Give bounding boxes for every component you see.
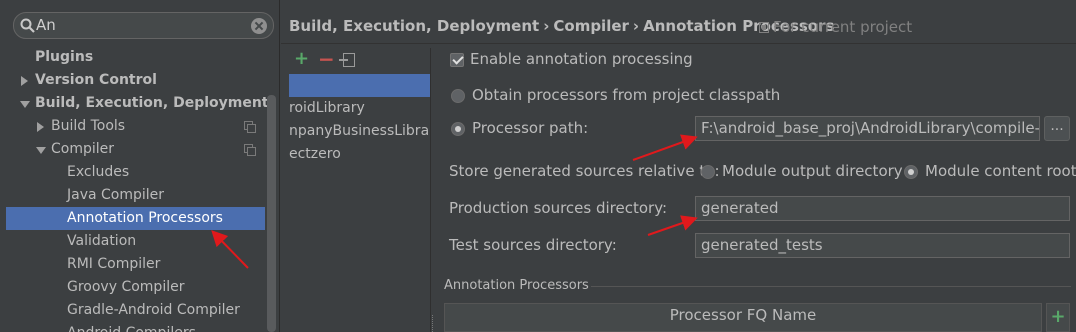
profile-item-label: ectzero — [289, 146, 341, 162]
tree-item-version-control[interactable]: Version Control — [0, 69, 265, 92]
enable-annotation-processing-checkbox[interactable] — [450, 53, 464, 67]
store-generated-sources-label: Store generated sources relative to: — [449, 162, 720, 180]
profiles-toolbar: + − — [289, 48, 430, 72]
tree-item-label: Excludes — [67, 164, 130, 180]
test-sources-label: Test sources directory: — [449, 236, 617, 254]
add-profile-button[interactable]: + — [294, 48, 309, 69]
splitter-handle[interactable] — [432, 315, 442, 332]
tree-item-validation[interactable]: Validation — [0, 230, 265, 253]
production-sources-label: Production sources directory: — [449, 199, 668, 217]
tree-item-excludes[interactable]: Excludes — [0, 161, 265, 184]
chevron-down-icon[interactable] — [20, 101, 30, 108]
copy-settings-icon — [244, 144, 256, 156]
tree-item-label: Groovy Compiler — [67, 279, 185, 295]
settings-content: Build, Execution, Deployment › Compiler › An… — [281, 0, 1076, 332]
processor-path-label[interactable]: Processor path: — [472, 119, 588, 137]
profile-item-label: npanyBusinessLibrary — [289, 123, 431, 139]
tree-item-plugins[interactable]: Plugins — [0, 46, 265, 69]
tree-item-label: Validation — [67, 233, 137, 249]
chevron-right-icon[interactable] — [37, 122, 44, 132]
tree-item-gradle-android-compiler[interactable]: Gradle-Android Compiler — [0, 299, 265, 322]
processor-fq-name-column-header[interactable]: Processor FQ Name — [445, 304, 1041, 328]
tree-item-compiler[interactable]: Compiler — [0, 138, 265, 161]
search-input-value[interactable]: An — [36, 16, 56, 34]
tree-item-label: Compiler — [51, 141, 115, 157]
tree-item-android-compilers[interactable]: Android Compilers — [0, 322, 265, 332]
tree-item-java-compiler[interactable]: Java Compiler — [0, 184, 265, 207]
scope-label: For current project — [773, 18, 913, 36]
annotation-processors-table[interactable]: Processor FQ Name — [444, 303, 1042, 332]
test-sources-input[interactable]: generated_tests — [695, 233, 1070, 258]
tree-item-label: Java Compiler — [67, 187, 165, 203]
search-icon — [20, 18, 35, 33]
module-content-root-label[interactable]: Module content root — [925, 162, 1076, 180]
tree-item-label: Build, Execution, Deployment — [35, 95, 269, 111]
breadcrumb: Build, Execution, Deployment › Compiler › An… — [289, 17, 834, 35]
settings-sidebar: An Plugins Version Control Build, Execut… — [0, 0, 280, 332]
browse-processor-path-button[interactable]: ... — [1044, 116, 1070, 141]
breadcrumb-separator: › — [543, 17, 550, 35]
tree-item-label: Annotation Processors — [67, 210, 223, 226]
profile-item-default[interactable] — [289, 74, 430, 97]
tree-item-label: Android Compilers — [67, 322, 196, 332]
tree-item-label: RMI Compiler — [67, 256, 161, 272]
chevron-right-icon[interactable] — [21, 76, 28, 86]
project-scope-icon — [759, 22, 769, 33]
breadcrumb-item: Compiler — [553, 17, 629, 35]
settings-search-field[interactable]: An — [13, 12, 274, 39]
profile-item-label: roidLibrary — [289, 100, 365, 116]
tree-item-label: Version Control — [35, 72, 157, 88]
clear-icon[interactable] — [251, 18, 267, 34]
tree-item-label: Build Tools — [51, 118, 126, 134]
processor-path-input[interactable]: F:\android_base_proj\AndroidLibrary\comp… — [695, 116, 1040, 141]
processor-path-radio[interactable] — [451, 122, 465, 136]
module-content-root-radio[interactable] — [904, 165, 918, 179]
module-output-directory-label[interactable]: Module output directory — [722, 162, 903, 180]
profile-item[interactable]: ectzero — [289, 143, 430, 166]
tree-item-label: Plugins — [35, 49, 94, 65]
add-processor-button[interactable]: + — [1046, 303, 1070, 332]
tree-item-rmi-compiler[interactable]: RMI Compiler — [0, 253, 265, 276]
header-divider — [281, 43, 1076, 44]
scope-note: For current project — [759, 18, 912, 36]
obtain-from-classpath-label[interactable]: Obtain processors from project classpath — [472, 86, 780, 104]
tree-item-groovy-compiler[interactable]: Groovy Compiler — [0, 276, 265, 299]
remove-profile-button[interactable]: − — [318, 48, 335, 71]
obtain-from-classpath-radio[interactable] — [451, 89, 465, 103]
breadcrumb-item: Build, Execution, Deployment — [289, 17, 540, 35]
copy-settings-icon — [244, 121, 256, 133]
annotation-processors-section-title: Annotation Processors — [444, 278, 589, 293]
tree-item-build-execution-deployment[interactable]: Build, Execution, Deployment — [0, 92, 269, 115]
module-output-directory-radio[interactable] — [701, 165, 715, 179]
sidebar-scrollbar[interactable] — [267, 95, 276, 332]
processor-profiles-panel: + − roidLibrary npanyBusinessLibrary ect… — [289, 48, 431, 332]
chevron-down-icon[interactable] — [36, 147, 46, 154]
enable-annotation-processing-label[interactable]: Enable annotation processing — [470, 50, 693, 68]
tree-item-label: Gradle-Android Compiler — [67, 302, 240, 318]
tree-item-annotation-processors[interactable]: Annotation Processors — [6, 207, 265, 230]
production-sources-input[interactable]: generated — [695, 196, 1070, 221]
profile-item[interactable]: npanyBusinessLibrary — [289, 120, 431, 143]
move-module-icon[interactable] — [339, 53, 355, 67]
breadcrumb-separator: › — [632, 17, 640, 35]
section-divider — [591, 286, 1071, 287]
profile-item[interactable]: roidLibrary — [289, 97, 430, 120]
tree-item-build-tools[interactable]: Build Tools — [0, 115, 265, 138]
